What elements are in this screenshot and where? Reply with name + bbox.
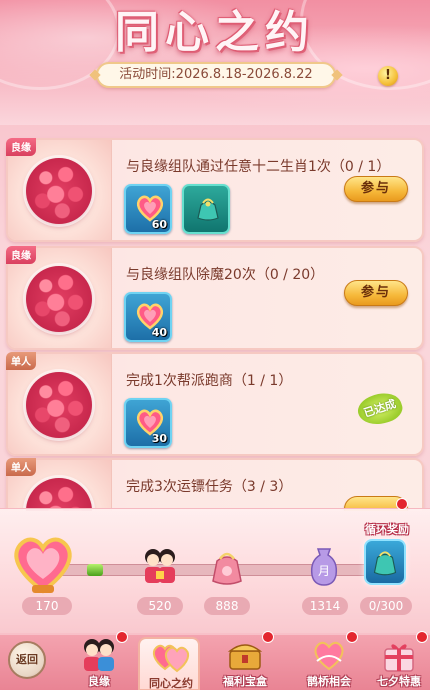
notification-dot <box>116 631 128 643</box>
loop-reward-count: 0/300 <box>360 597 412 615</box>
gift-bag-icon[interactable] <box>182 184 230 234</box>
task-tag: 良缘 <box>6 246 36 264</box>
task-item: 单人 完成3次运镖任务（3 / 3） <box>6 458 424 511</box>
back-button[interactable]: 返回 <box>8 641 46 679</box>
couple-icon <box>84 639 114 671</box>
event-screen: 同心之约 活动时间:2026.8.18-2026.8.22 ! 良缘 与良缘组队… <box>0 0 430 690</box>
nav-label: 鹊桥相会 <box>307 675 351 688</box>
bridge-icon <box>314 641 344 671</box>
task-description: 与良缘组队通过任意十二生肖1次（0 / 1） <box>126 159 391 175</box>
rose-bouquet-icon <box>26 158 92 224</box>
vase-icon[interactable]: 月 <box>304 545 344 589</box>
current-points: 170 <box>22 597 72 615</box>
rose-bouquet-icon <box>26 478 92 511</box>
task-item: 良缘 与良缘组队通过任意十二生肖1次（0 / 1） 60 参与 <box>6 138 424 242</box>
heart-points-icon <box>14 537 72 594</box>
task-list[interactable]: 良缘 与良缘组队通过任意十二生肖1次（0 / 1） 60 参与 良缘 与良缘组队… <box>0 126 430 511</box>
nav-label: 七夕特惠 <box>377 675 421 688</box>
gift-bag-icon[interactable] <box>364 539 406 585</box>
milestone-value: 520 <box>137 597 183 615</box>
task-tag: 良缘 <box>6 138 36 156</box>
progress-marker <box>87 564 103 576</box>
task-description: 与良缘组队除魔20次（0 / 20） <box>126 267 325 283</box>
nav-item-liangyuan[interactable]: 良缘 <box>68 631 130 690</box>
svg-text:月: 月 <box>318 564 330 578</box>
page-title: 同心之约 <box>115 7 315 58</box>
rose-bouquet-icon <box>26 266 92 332</box>
reward-count: 60 <box>151 218 167 231</box>
completed-stamp: 已达成 <box>354 387 406 431</box>
task-tag: 单人 <box>6 352 36 370</box>
milestone-value: 1314 <box>302 597 348 615</box>
nav-item-queqiao[interactable]: 鹊桥相会 <box>298 631 360 690</box>
milestone-value: 888 <box>204 597 250 615</box>
header-banner: 同心之约 活动时间:2026.8.18-2026.8.22 ! <box>0 0 430 125</box>
pouch-icon[interactable] <box>207 545 247 589</box>
task-tag: 单人 <box>6 458 36 476</box>
reward-count: 30 <box>151 432 167 445</box>
join-button[interactable]: 参与 <box>344 280 408 306</box>
bottom-nav: 返回 良缘 同心之约 福利宝盒 鹊桥相会 七夕特惠 <box>0 631 430 690</box>
event-time: 活动时间:2026.8.18-2026.8.22 <box>96 62 336 88</box>
nav-label: 同心之约 <box>149 677 193 690</box>
nav-label: 良缘 <box>88 675 110 688</box>
treasure-box-icon <box>227 644 263 670</box>
notification-dot <box>396 498 408 510</box>
loop-reward-label: 循环奖励 <box>365 523 409 536</box>
rose-bouquet-icon <box>26 372 92 438</box>
couple-icon[interactable] <box>140 545 180 589</box>
nav-item-qixi[interactable]: 七夕特惠 <box>368 631 430 690</box>
nav-label: 福利宝盒 <box>223 675 267 688</box>
notification-dot <box>416 631 428 643</box>
task-description: 完成3次运镖任务（3 / 3） <box>126 479 293 495</box>
join-button[interactable]: 参与 <box>344 176 408 202</box>
heart-gift-icon[interactable]: 60 <box>124 184 172 234</box>
gift-box-icon <box>384 644 414 672</box>
notification-dot <box>346 631 358 643</box>
task-description: 完成1次帮派跑商（1 / 1） <box>126 373 293 389</box>
heart-gift-icon[interactable]: 30 <box>124 398 172 448</box>
progress-panel: 170 520 888 月 1314 循环奖励 0/300 <box>0 508 430 633</box>
notification-dot <box>262 631 274 643</box>
task-item: 良缘 与良缘组队除魔20次（0 / 20） 40 参与 <box>6 246 424 350</box>
nav-item-tongxin[interactable]: 同心之约 <box>138 637 200 690</box>
double-heart-icon <box>152 644 190 673</box>
task-item: 单人 完成1次帮派跑商（1 / 1） 30 已达成 <box>6 352 424 456</box>
heart-gift-icon[interactable]: 40 <box>124 292 172 342</box>
nav-item-fuli[interactable]: 福利宝盒 <box>214 631 276 690</box>
info-icon[interactable]: ! <box>378 66 398 86</box>
reward-count: 40 <box>151 326 167 339</box>
